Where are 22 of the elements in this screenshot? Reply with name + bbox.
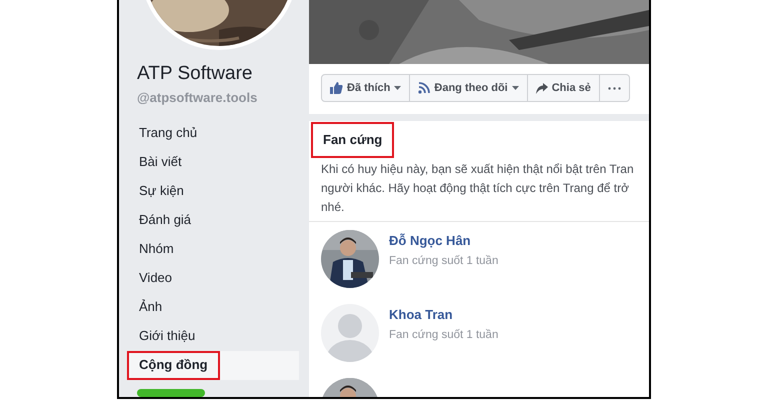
section-title: Fan cứng (311, 122, 394, 158)
nav-item[interactable]: Sự kiện (127, 176, 299, 206)
nav-item[interactable]: Video (127, 264, 299, 292)
action-button[interactable]: Đã thích (322, 75, 410, 101)
action-button[interactable]: Chia sẻ (526, 75, 599, 101)
page-handle: @atpsoftware.tools (137, 89, 258, 107)
nav-item[interactable]: Nhóm (127, 234, 299, 264)
fan-subtitle: Fan cứng suốt 1 tuần (389, 254, 498, 270)
nav-item[interactable]: Cộng đồng (127, 350, 299, 380)
nav-item[interactable]: Ảnh (127, 292, 299, 322)
description-line: Khi có huy hiệu này, bạn sẽ xuất hiện thật nổi bật trên Tran (321, 160, 635, 178)
fan-name[interactable]: Khoa Tran (389, 304, 498, 324)
description-line: người khác. Hãy hoạt động thật tích cực trên Trang để trở (321, 180, 630, 196)
page-name: ATP Software (137, 62, 254, 86)
nav-item[interactable]: Bài viết (127, 148, 299, 176)
description-line: nhé. (321, 198, 346, 216)
nav-item[interactable]: Trang chủ (127, 118, 299, 148)
fan-subtitle: Fan cứng suốt 1 tuần (389, 328, 498, 344)
nav-item[interactable]: Đánh giá (127, 206, 299, 234)
fan-name[interactable]: Đỗ Ngọc Hân (389, 230, 498, 250)
nav-item[interactable]: Giới thiệu (127, 322, 299, 350)
action-button[interactable]: Đang theo dõi (409, 75, 527, 101)
